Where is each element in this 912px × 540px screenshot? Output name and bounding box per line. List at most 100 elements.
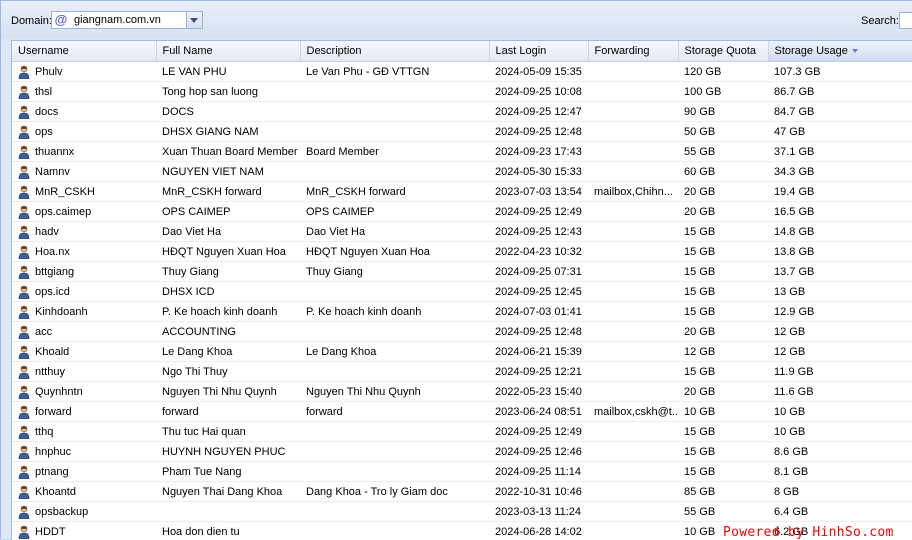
domain-select[interactable]: @ giangnam.com.vn (51, 11, 203, 29)
username-text: Khoald (35, 346, 69, 358)
cell-description (300, 362, 489, 382)
cell-forwarding (588, 482, 678, 502)
user-icon (18, 125, 30, 139)
table-row[interactable]: KhoaldLe Dang KhoaLe Dang Khoa2024-06-21… (12, 342, 912, 362)
table-row[interactable]: ptnangPham Tue Nang2024-09-25 11:1415 GB… (12, 462, 912, 482)
cell-username: ops (12, 122, 156, 142)
cell-storage-quota: 15 GB (678, 262, 768, 282)
users-table: Username Full Name Description Last Logi… (12, 41, 912, 540)
table-row[interactable]: Hoa.nxHĐQT Nguyen Xuan HoaHĐQT Nguyen Xu… (12, 242, 912, 262)
table-row[interactable]: MnR_CSKHMnR_CSKH forwardMnR_CSKH forward… (12, 182, 912, 202)
col-storage-quota[interactable]: Storage Quota (678, 41, 768, 62)
cell-storage-usage: 84.7 GB (768, 102, 912, 122)
table-row[interactable]: docsDOCS2024-09-25 12:4790 GB84.7 GB (12, 102, 912, 122)
sort-desc-icon (852, 49, 858, 53)
user-icon (18, 245, 30, 259)
cell-full-name: Xuan Thuan Board Member (156, 142, 300, 162)
cell-last-login: 2024-09-25 12:46 (489, 442, 588, 462)
table-row[interactable]: ops.icdDHSX ICD2024-09-25 12:4515 GB13 G… (12, 282, 912, 302)
table-row[interactable]: PhulvLE VAN PHULe Van Phu - GĐ VTTGN2024… (12, 62, 912, 82)
cell-full-name: Nguyen Thi Nhu Quynh (156, 382, 300, 402)
cell-description: Nguyen Thi Nhu Quynh (300, 382, 489, 402)
username-text: Hoa.nx (35, 246, 70, 258)
col-description[interactable]: Description (300, 41, 489, 62)
col-last-login[interactable]: Last Login (489, 41, 588, 62)
cell-last-login: 2024-09-25 12:47 (489, 102, 588, 122)
user-icon (18, 265, 30, 279)
user-icon (18, 105, 30, 119)
cell-username: ptnang (12, 462, 156, 482)
username-text: ops.caimep (35, 206, 91, 218)
cell-description (300, 162, 489, 182)
username-text: thuannx (35, 146, 74, 158)
table-row[interactable]: ops.caimepOPS CAIMEPOPS CAIMEP2024-09-25… (12, 202, 912, 222)
table-row[interactable]: accACCOUNTING2024-09-25 12:4820 GB12 GB (12, 322, 912, 342)
user-icon (18, 405, 30, 419)
table-row[interactable]: QuynhntnNguyen Thi Nhu QuynhNguyen Thi N… (12, 382, 912, 402)
cell-description (300, 522, 489, 540)
cell-forwarding (588, 102, 678, 122)
cell-storage-quota: 120 GB (678, 62, 768, 82)
table-row[interactable]: thuannxXuan Thuan Board MemberBoard Memb… (12, 142, 912, 162)
col-forwarding[interactable]: Forwarding (588, 41, 678, 62)
col-username[interactable]: Username (12, 41, 156, 62)
cell-last-login: 2024-07-03 01:41 (489, 302, 588, 322)
cell-last-login: 2024-06-28 14:02 (489, 522, 588, 540)
table-row[interactable]: NamnvNGUYEN VIET NAM2024-05-30 15:3360 G… (12, 162, 912, 182)
col-storage-usage[interactable]: Storage Usage (768, 41, 912, 62)
cell-last-login: 2024-09-25 12:48 (489, 122, 588, 142)
cell-full-name: MnR_CSKH forward (156, 182, 300, 202)
table-row[interactable]: thslTong hop san luong2024-09-25 10:0810… (12, 82, 912, 102)
cell-last-login: 2024-09-25 12:21 (489, 362, 588, 382)
table-row[interactable]: opsbackup2023-03-13 11:2455 GB6.4 GB (12, 502, 912, 522)
col-full-name[interactable]: Full Name (156, 41, 300, 62)
table-row[interactable]: opsDHSX GIANG NAM2024-09-25 12:4850 GB47… (12, 122, 912, 142)
user-icon (18, 205, 30, 219)
cell-username: bttgiang (12, 262, 156, 282)
table-row[interactable]: tthqThu tuc Hai quan2024-09-25 12:4915 G… (12, 422, 912, 442)
username-text: Kinhdoanh (35, 306, 88, 318)
username-text: opsbackup (35, 506, 88, 518)
table-row[interactable]: KinhdoanhP. Ke hoach kinh doanhP. Ke hoa… (12, 302, 912, 322)
cell-last-login: 2023-07-03 13:54 (489, 182, 588, 202)
cell-storage-usage: 13 GB (768, 282, 912, 302)
cell-forwarding (588, 362, 678, 382)
cell-username: Khoantd (12, 482, 156, 502)
domain-label: Domain: (11, 15, 52, 27)
user-icon (18, 445, 30, 459)
cell-storage-quota: 50 GB (678, 122, 768, 142)
cell-description (300, 102, 489, 122)
table-row[interactable]: ntthuyNgo Thi Thuy2024-09-25 12:2115 GB1… (12, 362, 912, 382)
cell-storage-usage: 13.8 GB (768, 242, 912, 262)
user-icon (18, 385, 30, 399)
cell-storage-usage: 12.9 GB (768, 302, 912, 322)
cell-forwarding (588, 462, 678, 482)
table-row[interactable]: hadvDao Viet HaDao Viet Ha2024-09-25 12:… (12, 222, 912, 242)
cell-username: ops.caimep (12, 202, 156, 222)
dropdown-trigger[interactable] (186, 12, 202, 28)
cell-storage-usage: 86.7 GB (768, 82, 912, 102)
table-row[interactable]: bttgiangThuy GiangThuy Giang2024-09-25 0… (12, 262, 912, 282)
cell-forwarding (588, 382, 678, 402)
cell-forwarding (588, 422, 678, 442)
watermark: Powered by HinhSo.com (723, 525, 894, 540)
cell-last-login: 2024-09-25 12:49 (489, 202, 588, 222)
search-input[interactable] (899, 12, 912, 29)
cell-storage-usage: 8 GB (768, 482, 912, 502)
cell-storage-quota: 15 GB (678, 462, 768, 482)
cell-username: forward (12, 402, 156, 422)
at-sign-icon: @ (54, 13, 68, 27)
cell-username: Namnv (12, 162, 156, 182)
chevron-down-icon (190, 18, 198, 23)
cell-forwarding (588, 322, 678, 342)
table-row[interactable]: hnphucHUYNH NGUYEN PHUC2024-09-25 12:461… (12, 442, 912, 462)
user-icon (18, 145, 30, 159)
cell-description (300, 322, 489, 342)
table-row[interactable]: KhoantdNguyen Thai Dang KhoaDang Khoa - … (12, 482, 912, 502)
table-row[interactable]: forwardforwardforward2023-06-24 08:51mai… (12, 402, 912, 422)
search-label: Search: (861, 15, 899, 27)
cell-storage-quota: 100 GB (678, 82, 768, 102)
cell-storage-usage: 16.5 GB (768, 202, 912, 222)
cell-storage-usage: 6.4 GB (768, 502, 912, 522)
cell-storage-quota: 12 GB (678, 342, 768, 362)
